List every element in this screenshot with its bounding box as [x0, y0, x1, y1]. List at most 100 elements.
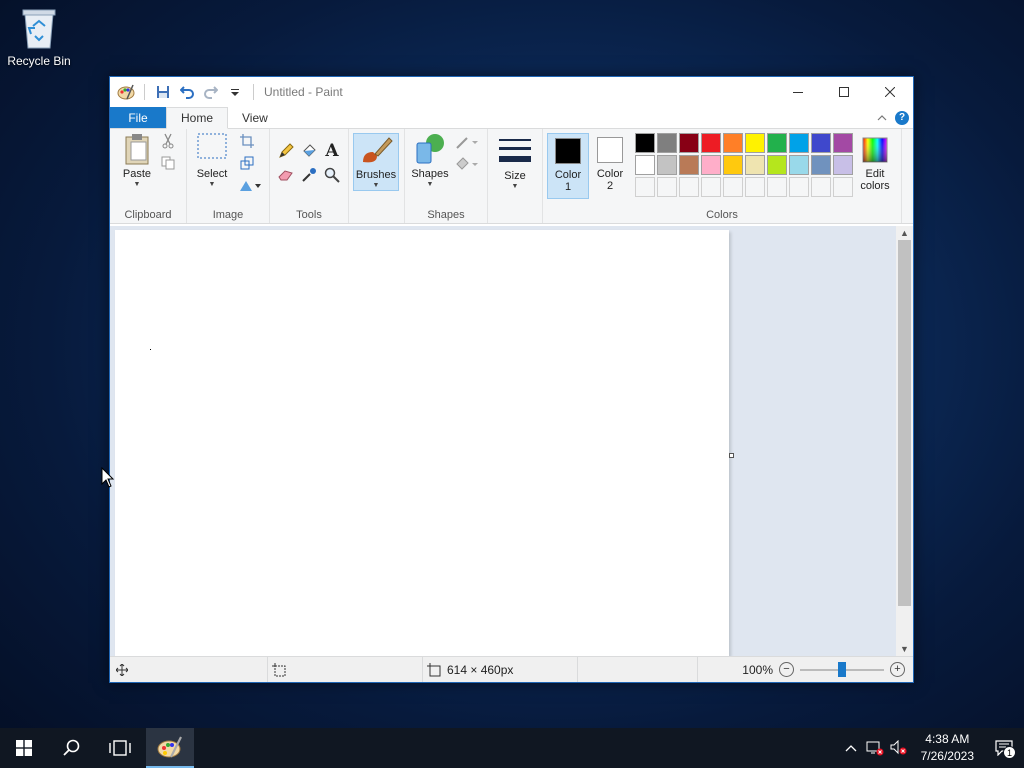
palette-color-swatch[interactable]	[723, 155, 743, 175]
palette-custom-slot[interactable]	[811, 177, 831, 197]
paste-dropdown-icon[interactable]: ▼	[134, 181, 141, 188]
size-button[interactable]: Size ▼	[496, 137, 534, 190]
brushes-dropdown-icon[interactable]: ▼	[373, 182, 380, 189]
qat-divider	[144, 84, 145, 100]
image-group-label: Image	[212, 209, 244, 221]
volume-icon[interactable]	[887, 728, 911, 768]
paste-button[interactable]: Paste ▼	[120, 133, 154, 188]
scroll-thumb[interactable]	[898, 240, 911, 606]
palette-color-swatch[interactable]	[833, 155, 853, 175]
zoom-in-icon[interactable]: +	[890, 662, 905, 677]
selection-size-cell	[268, 657, 423, 682]
minimize-icon	[793, 92, 803, 93]
scroll-up-icon[interactable]: ▲	[896, 226, 913, 240]
tab-view[interactable]: View	[228, 107, 282, 128]
palette-custom-slot[interactable]	[679, 177, 699, 197]
canvas-resize-handle[interactable]	[729, 453, 734, 458]
zoom-slider[interactable]	[800, 661, 884, 677]
zoom-out-icon[interactable]: −	[779, 662, 794, 677]
close-button[interactable]	[867, 77, 913, 107]
color2-button[interactable]: Color 2	[589, 133, 631, 199]
palette-custom-slot[interactable]	[723, 177, 743, 197]
palette-color-swatch[interactable]	[789, 155, 809, 175]
select-button[interactable]: Select ▼	[193, 133, 231, 188]
palette-color-swatch[interactable]	[745, 155, 765, 175]
palette-custom-slot[interactable]	[701, 177, 721, 197]
palette-color-swatch[interactable]	[811, 133, 831, 153]
maximize-button[interactable]	[821, 77, 867, 107]
action-center-button[interactable]: 1	[984, 728, 1024, 768]
collapse-ribbon-icon[interactable]	[877, 111, 887, 125]
palette-custom-slot[interactable]	[789, 177, 809, 197]
palette-color-swatch[interactable]	[679, 133, 699, 153]
paint-app-icon	[157, 736, 182, 758]
cut-icon[interactable]	[158, 131, 178, 151]
task-view-button[interactable]	[96, 728, 144, 768]
undo-icon[interactable]	[177, 82, 197, 102]
palette-color-swatch[interactable]	[679, 155, 699, 175]
help-icon[interactable]: ?	[895, 110, 909, 125]
palette-custom-slot[interactable]	[767, 177, 787, 197]
tab-home[interactable]: Home	[166, 107, 229, 129]
file-size-cell	[578, 657, 698, 682]
network-icon[interactable]	[863, 728, 887, 768]
copy-icon[interactable]	[158, 153, 178, 173]
customize-qat-icon[interactable]	[225, 82, 245, 102]
image-group: Select ▼ Image	[187, 129, 270, 223]
start-button[interactable]	[0, 728, 48, 768]
paint-app-icon[interactable]	[116, 82, 136, 102]
shapes-dropdown-icon[interactable]: ▼	[427, 181, 434, 188]
scroll-down-icon[interactable]: ▼	[896, 642, 913, 656]
crop-icon[interactable]	[237, 131, 257, 151]
resize-icon[interactable]	[237, 153, 257, 173]
fill-icon[interactable]	[453, 154, 481, 174]
brushes-button[interactable]: Brushes ▼	[353, 133, 399, 191]
zoom-slider-thumb[interactable]	[838, 661, 846, 677]
palette-color-swatch[interactable]	[767, 133, 787, 153]
palette-color-swatch[interactable]	[767, 155, 787, 175]
color1-button[interactable]: Color 1	[547, 133, 589, 199]
palette-color-swatch[interactable]	[701, 155, 721, 175]
vertical-scrollbar[interactable]: ▲ ▼	[896, 226, 913, 656]
taskbar: 4:38 AM 7/26/2023 1	[0, 728, 1024, 768]
select-dropdown-icon[interactable]: ▼	[209, 181, 216, 188]
maximize-icon	[839, 87, 849, 97]
palette-color-swatch[interactable]	[745, 133, 765, 153]
show-hidden-icons-icon[interactable]	[839, 728, 863, 768]
palette-color-swatch[interactable]	[833, 133, 853, 153]
recycle-bin[interactable]: Recycle Bin	[6, 6, 72, 68]
search-button[interactable]	[48, 728, 96, 768]
outline-icon[interactable]	[453, 132, 481, 152]
palette-color-swatch[interactable]	[657, 133, 677, 153]
palette-custom-slot[interactable]	[657, 177, 677, 197]
tab-file[interactable]: File	[110, 107, 166, 128]
taskbar-paint-app[interactable]	[146, 728, 194, 768]
drawing-canvas[interactable]	[115, 230, 729, 656]
palette-color-swatch[interactable]	[635, 133, 655, 153]
palette-color-swatch[interactable]	[723, 133, 743, 153]
palette-color-swatch[interactable]	[635, 155, 655, 175]
color1-label-line1: Color	[554, 169, 582, 181]
palette-color-swatch[interactable]	[657, 155, 677, 175]
fill-bucket-icon[interactable]	[299, 141, 319, 161]
taskbar-clock[interactable]: 4:38 AM 7/26/2023	[911, 731, 984, 765]
palette-color-swatch[interactable]	[701, 133, 721, 153]
edit-colors-button[interactable]: Edit colors	[855, 133, 895, 199]
palette-custom-slot[interactable]	[745, 177, 765, 197]
save-icon[interactable]	[153, 82, 173, 102]
size-dropdown-icon[interactable]: ▼	[512, 183, 519, 190]
minimize-button[interactable]	[775, 77, 821, 107]
color-picker-icon[interactable]	[299, 165, 319, 185]
text-tool-icon[interactable]: A	[322, 141, 342, 161]
magnifier-icon[interactable]	[322, 165, 342, 185]
status-bar: 614 × 460px 100% − +	[110, 656, 913, 682]
pencil-icon[interactable]	[276, 141, 296, 161]
palette-custom-slot[interactable]	[833, 177, 853, 197]
rotate-icon[interactable]	[237, 175, 263, 195]
shapes-button[interactable]: Shapes ▼	[410, 133, 450, 188]
palette-custom-slot[interactable]	[635, 177, 655, 197]
palette-color-swatch[interactable]	[789, 133, 809, 153]
redo-icon[interactable]	[201, 82, 221, 102]
eraser-icon[interactable]	[276, 165, 296, 185]
palette-color-swatch[interactable]	[811, 155, 831, 175]
